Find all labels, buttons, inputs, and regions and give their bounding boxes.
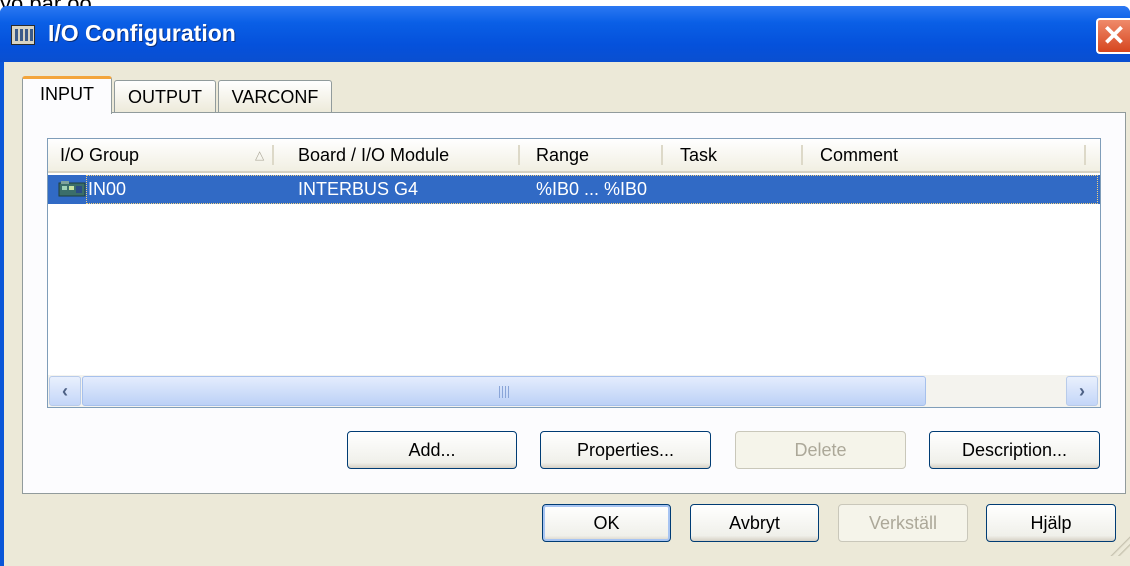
- tab-output[interactable]: OUTPUT: [114, 80, 216, 114]
- io-group-list[interactable]: I/O Group △ Board / I/O Module Range Tas…: [47, 138, 1101, 408]
- chevron-left-icon: ‹: [62, 381, 68, 401]
- tab-output-label: OUTPUT: [128, 87, 202, 107]
- column-divider[interactable]: [518, 145, 520, 165]
- row-io-group: IN00: [88, 179, 127, 199]
- tab-varconf[interactable]: VARCONF: [218, 80, 332, 114]
- close-icon: ✕: [1102, 20, 1126, 51]
- sort-ascending-icon: △: [255, 148, 265, 162]
- window-title: I/O Configuration: [48, 20, 236, 46]
- column-header-range[interactable]: Range: [536, 139, 589, 171]
- add-button[interactable]: Add...: [347, 431, 517, 469]
- column-divider[interactable]: [1084, 145, 1086, 165]
- delete-button[interactable]: Delete: [735, 431, 906, 469]
- column-header-board-module[interactable]: Board / I/O Module: [298, 139, 449, 171]
- title-bar[interactable]: I/O Configuration ✕: [0, 6, 1130, 62]
- help-button[interactable]: Hjälp: [986, 504, 1116, 542]
- column-divider[interactable]: [272, 145, 274, 165]
- column-header-io-group[interactable]: I/O Group: [60, 139, 139, 171]
- properties-button[interactable]: Properties...: [540, 431, 711, 469]
- ok-button[interactable]: OK: [542, 504, 671, 542]
- tab-input[interactable]: INPUT: [22, 76, 112, 114]
- column-divider[interactable]: [661, 145, 663, 165]
- cancel-button[interactable]: Avbryt: [690, 504, 819, 542]
- column-header-comment[interactable]: Comment: [820, 139, 898, 171]
- app-icon: [11, 25, 35, 45]
- resize-grip[interactable]: [1108, 534, 1130, 556]
- chevron-right-icon: ›: [1079, 381, 1085, 401]
- row-range: %IB0 ... %IB0: [536, 179, 648, 199]
- close-button[interactable]: ✕: [1096, 18, 1130, 54]
- scroll-thumb[interactable]: [82, 376, 926, 406]
- column-header-task[interactable]: Task: [680, 139, 717, 171]
- scroll-right-button[interactable]: ›: [1066, 376, 1098, 406]
- description-button[interactable]: Description...: [929, 431, 1100, 469]
- column-divider[interactable]: [801, 145, 803, 165]
- dialog-window: I/O Configuration ✕ INPUT OUTPUT VARCONF…: [0, 6, 1130, 566]
- horizontal-scrollbar[interactable]: ‹ ›: [48, 375, 1100, 407]
- list-header: I/O Group △ Board / I/O Module Range Tas…: [48, 139, 1100, 173]
- scroll-left-button[interactable]: ‹: [49, 376, 81, 406]
- apply-button[interactable]: Verkställ: [838, 504, 968, 542]
- tab-input-label: INPUT: [40, 84, 94, 104]
- io-module-icon: [58, 181, 86, 197]
- tab-varconf-label: VARCONF: [231, 87, 319, 107]
- grip-icon: [499, 386, 511, 398]
- dialog-client: INPUT OUTPUT VARCONF I/O Group △ Board /…: [4, 62, 1130, 566]
- row-board-module: INTERBUS G4: [298, 179, 419, 199]
